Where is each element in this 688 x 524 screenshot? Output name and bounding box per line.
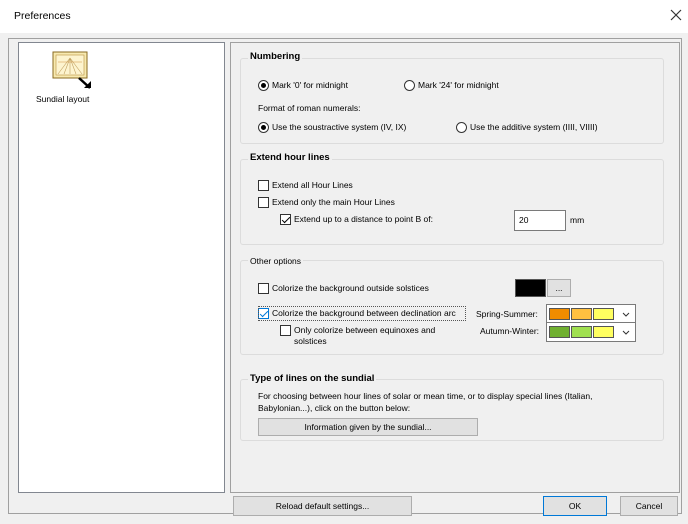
extend-distance-label[interactable]: Extend up to a distance to point B of: — [294, 214, 433, 224]
extend-distance-checkbox[interactable] — [280, 214, 291, 225]
spring-color-1 — [549, 308, 570, 320]
subtractive-label[interactable]: Use the soustractive system (IV, IX) — [272, 122, 406, 132]
midnight-0-label[interactable]: Mark '0' for midnight — [272, 80, 348, 90]
ok-button[interactable]: OK — [543, 496, 607, 516]
category-tree[interactable] — [18, 42, 225, 493]
additive-radio[interactable] — [456, 122, 467, 133]
cancel-button[interactable]: Cancel — [620, 496, 678, 516]
outside-color-button[interactable]: ... — [547, 279, 571, 297]
autumn-color-3 — [593, 326, 614, 338]
spring-color-2 — [571, 308, 592, 320]
sundial-info-button[interactable]: Information given by the sundial... — [258, 418, 478, 436]
colorize-outside-checkbox[interactable] — [258, 283, 269, 294]
close-icon[interactable] — [668, 7, 684, 23]
chevron-down-icon[interactable] — [621, 328, 631, 338]
autumn-color-1 — [549, 326, 570, 338]
title-bar — [0, 0, 688, 33]
midnight-0-radio[interactable] — [258, 80, 269, 91]
equinox-label-line1[interactable]: Only colorize between equinoxes and — [294, 325, 435, 335]
window-title: Preferences — [14, 10, 71, 22]
lines-description-line1: For choosing between hour lines of solar… — [258, 391, 593, 401]
additive-label[interactable]: Use the additive system (IIII, VIIII) — [470, 122, 598, 132]
spring-color-3 — [593, 308, 614, 320]
sidebar-item-sundial-layout[interactable]: Sundial layout — [36, 94, 89, 104]
extend-main-checkbox[interactable] — [258, 197, 269, 208]
extend-all-label[interactable]: Extend all Hour Lines — [272, 180, 353, 190]
chevron-down-icon[interactable] — [621, 310, 631, 320]
lines-type-title: Type of lines on the sundial — [248, 373, 377, 384]
extend-main-label[interactable]: Extend only the main Hour Lines — [272, 197, 395, 207]
lines-description-line2: Babylonian...), click on the button belo… — [258, 403, 411, 413]
colorize-between-label[interactable]: Colorize the background between declinat… — [272, 308, 464, 318]
other-options-title: Other options — [248, 256, 304, 266]
equinox-label-line2[interactable]: solstices — [294, 336, 327, 346]
spring-summer-label: Spring-Summer: — [476, 309, 538, 319]
colorize-outside-label[interactable]: Colorize the background outside solstice… — [272, 283, 429, 293]
autumn-color-2 — [571, 326, 592, 338]
extend-all-checkbox[interactable] — [258, 180, 269, 191]
outside-color-swatch[interactable] — [515, 279, 546, 297]
distance-input[interactable]: 20 — [514, 210, 566, 231]
reload-defaults-button[interactable]: Reload default settings... — [233, 496, 412, 516]
subtractive-radio[interactable] — [258, 122, 269, 133]
midnight-24-radio[interactable] — [404, 80, 415, 91]
equinox-checkbox[interactable] — [280, 325, 291, 336]
midnight-24-label[interactable]: Mark '24' for midnight — [418, 80, 499, 90]
numbering-title: Numbering — [248, 51, 303, 62]
distance-unit: mm — [570, 215, 585, 225]
extend-title: Extend hour lines — [248, 152, 332, 163]
roman-format-label: Format of roman numerals: — [258, 103, 361, 113]
sundial-layout-icon[interactable] — [50, 50, 98, 92]
autumn-winter-label: Autumn-Winter: — [480, 326, 540, 336]
